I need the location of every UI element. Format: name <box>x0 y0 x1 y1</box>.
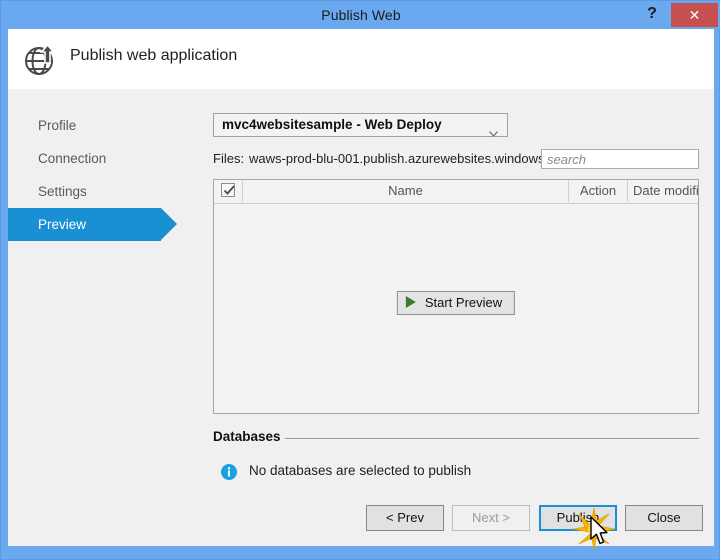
databases-divider <box>285 438 699 439</box>
title-bar: Publish Web ? ✕ <box>1 1 720 29</box>
files-label: Files: <box>213 151 245 166</box>
start-preview-button[interactable]: Start Preview <box>396 291 516 315</box>
column-header-date-modified[interactable]: Date modifie <box>628 180 698 202</box>
column-header-name[interactable]: Name <box>243 180 569 202</box>
help-button[interactable]: ? <box>638 1 666 27</box>
info-icon <box>221 464 237 480</box>
prev-button[interactable]: < Prev <box>366 505 444 531</box>
publish-web-dialog: Publish Web ? ✕ Publish web application … <box>0 0 720 560</box>
next-button: Next > <box>452 505 530 531</box>
globe-upload-icon <box>22 41 60 79</box>
select-all-column[interactable] <box>214 180 243 202</box>
dialog-footer: < Prev Next > Publish Close <box>8 505 714 546</box>
publish-profile-selected-value: mvc4websitesample - Web Deploy <box>222 117 442 132</box>
sidebar: Profile Connection Settings Preview <box>8 109 183 241</box>
close-button[interactable]: Close <box>625 505 703 531</box>
close-window-button[interactable]: ✕ <box>671 3 718 27</box>
files-server-path: waws-prod-blu-001.publish.azurewebsites.… <box>249 151 567 166</box>
dialog-header: Publish web application <box>8 29 714 89</box>
sidebar-item-preview[interactable]: Preview <box>8 208 177 241</box>
select-all-checkbox[interactable] <box>221 183 235 197</box>
file-list-header: Name Action Date modifie <box>214 180 698 204</box>
dialog-body: Profile Connection Settings Preview mvc4… <box>8 89 714 546</box>
play-icon <box>405 296 416 308</box>
files-row: Files: waws-prod-blu-001.publish.azurewe… <box>213 149 699 171</box>
sidebar-item-connection[interactable]: Connection <box>8 142 183 175</box>
sidebar-item-profile[interactable]: Profile <box>8 109 183 142</box>
publish-button[interactable]: Publish <box>539 505 617 531</box>
databases-status-text: No databases are selected to publish <box>249 463 472 478</box>
databases-section-title: Databases <box>213 429 281 444</box>
publish-profile-dropdown[interactable]: mvc4websitesample - Web Deploy <box>213 113 508 137</box>
column-header-action[interactable]: Action <box>569 180 628 202</box>
search-input[interactable] <box>541 149 699 169</box>
start-preview-label: Start Preview <box>424 295 503 310</box>
file-list[interactable]: Name Action Date modifie Start Preview <box>213 179 699 414</box>
window-title: Publish Web <box>321 7 401 23</box>
page-title: Publish web application <box>70 47 238 64</box>
chevron-down-icon <box>489 122 498 137</box>
sidebar-item-settings[interactable]: Settings <box>8 175 183 208</box>
